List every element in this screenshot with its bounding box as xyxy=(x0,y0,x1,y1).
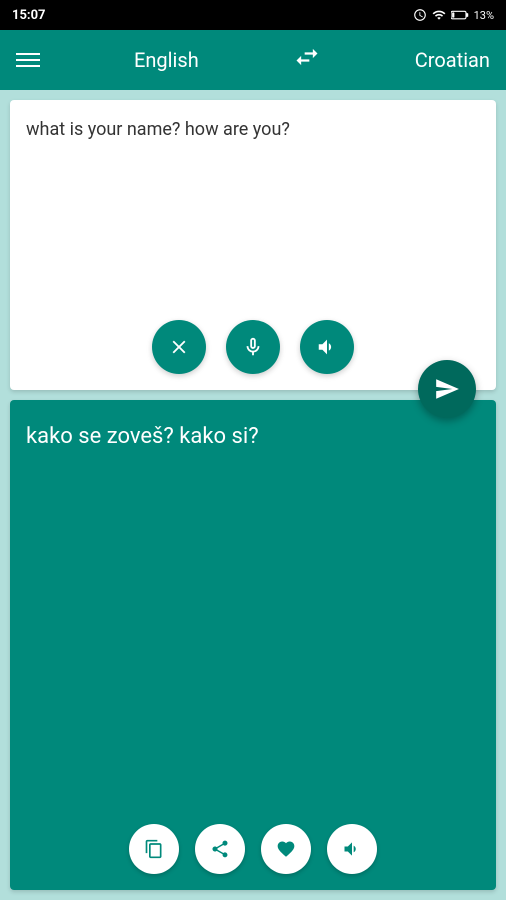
copy-button[interactable] xyxy=(129,824,179,874)
output-panel: kako se zoveš? kako si? xyxy=(10,400,496,890)
swap-languages-button[interactable] xyxy=(293,43,321,77)
status-bar: 15:07 13% xyxy=(0,0,506,30)
status-icons: 13% xyxy=(413,8,494,22)
alarm-icon xyxy=(413,8,427,22)
source-language[interactable]: English xyxy=(134,48,199,72)
share-button[interactable] xyxy=(195,824,245,874)
signal-icon xyxy=(432,8,446,22)
copy-icon xyxy=(144,839,164,859)
microphone-button[interactable] xyxy=(226,320,280,374)
send-button[interactable] xyxy=(418,360,476,418)
speak-output-button[interactable] xyxy=(327,824,377,874)
battery-percent: 13% xyxy=(474,9,494,22)
input-panel: what is your name? how are you? xyxy=(10,100,496,390)
status-time: 15:07 xyxy=(12,8,46,23)
volume-icon xyxy=(316,336,338,358)
mic-icon xyxy=(242,336,264,358)
clear-button[interactable] xyxy=(152,320,206,374)
heart-icon xyxy=(276,839,296,859)
input-actions xyxy=(10,320,496,374)
send-icon xyxy=(434,376,460,402)
share-icon xyxy=(210,839,230,859)
volume-output-icon xyxy=(342,839,362,859)
target-language[interactable]: Croatian xyxy=(415,48,490,72)
speak-input-button[interactable] xyxy=(300,320,354,374)
output-text: kako se zoveš? kako si? xyxy=(26,420,480,453)
toolbar: English Croatian xyxy=(0,30,506,90)
battery-icon xyxy=(451,8,469,22)
output-actions xyxy=(10,824,496,874)
swap-icon xyxy=(293,43,321,71)
input-text[interactable]: what is your name? how are you? xyxy=(26,116,480,143)
close-icon xyxy=(168,336,190,358)
menu-button[interactable] xyxy=(16,53,40,67)
favorite-button[interactable] xyxy=(261,824,311,874)
